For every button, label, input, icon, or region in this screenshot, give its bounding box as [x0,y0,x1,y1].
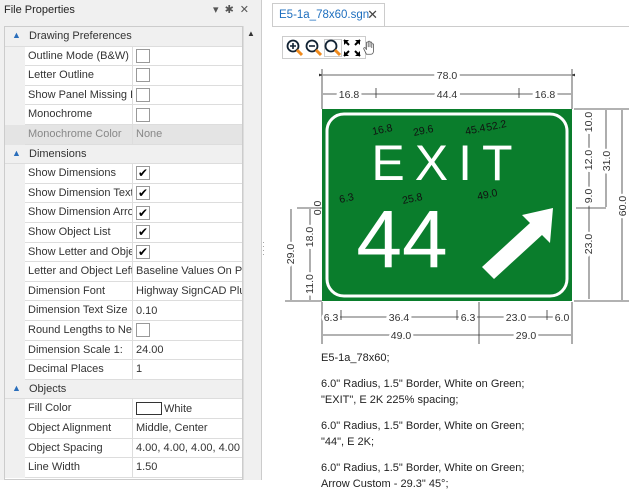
object-list-line: Arrow Custom - 29.3" 45°; [321,478,449,490]
dim-legend-width: 44.4 [437,89,458,101]
dim-b29: 29.0 [516,330,537,342]
object-list-entry: E5-1a_78x60; [321,350,524,366]
object-list-line: "EXIT", E 2K 225% spacing; [321,394,459,406]
dim-arrow-height: 23.0 [583,234,595,255]
sign-exit-number[interactable]: 44 [356,194,447,285]
object-list-line: 6.0" Radius, 1.5" Border, White on Green… [321,462,525,474]
dim-top: 10.0 [583,112,595,133]
dim-right-margin: 16.8 [535,89,556,101]
dim-b4: 23.0 [506,312,527,324]
object-list-line: "44", E 2K; [321,436,375,448]
object-list-line: 6.0" Radius, 1.5" Border, White on Green… [321,420,525,432]
object-list-line: 6.0" Radius, 1.5" Border, White on Green… [321,378,525,390]
sign-exit-text[interactable]: EXIT [371,135,522,191]
dim-b2: 36.4 [389,312,410,324]
dim-b3: 6.3 [461,312,476,324]
dim-exit-height: 12.0 [583,150,595,171]
dim-height: 60.0 [617,196,629,217]
object-list-entry: 6.0" Radius, 1.5" Border, White on Green… [321,418,524,450]
sign-drawing: 78.0 16.8 44.4 16.8 10.0 12.0 9.0 23.0 3… [283,67,629,345]
dim-lower-height: 29.0 [285,244,297,265]
dim-left-margin: 16.8 [339,89,360,101]
object-list: E5-1a_78x60; 6.0" Radius, 1.5" Border, Wh… [321,350,524,502]
dim-b5: 6.0 [555,312,570,324]
dim-bottom: 11.0 [304,274,316,294]
dim-width: 78.0 [437,70,458,82]
dim-b49: 49.0 [391,330,412,342]
dim-44-height: 18.0 [304,227,316,248]
object-list-entry: 6.0" Radius, 1.5" Border, White on Green… [321,376,524,408]
object-list-entry: 6.0" Radius, 1.5" Border, White on Green… [321,460,524,492]
object-list-line: E5-1a_78x60; [321,352,390,364]
dim-b1: 6.3 [324,312,339,324]
dim-upper-height: 31.0 [601,151,613,172]
dim-gap: 9.0 [583,189,595,204]
